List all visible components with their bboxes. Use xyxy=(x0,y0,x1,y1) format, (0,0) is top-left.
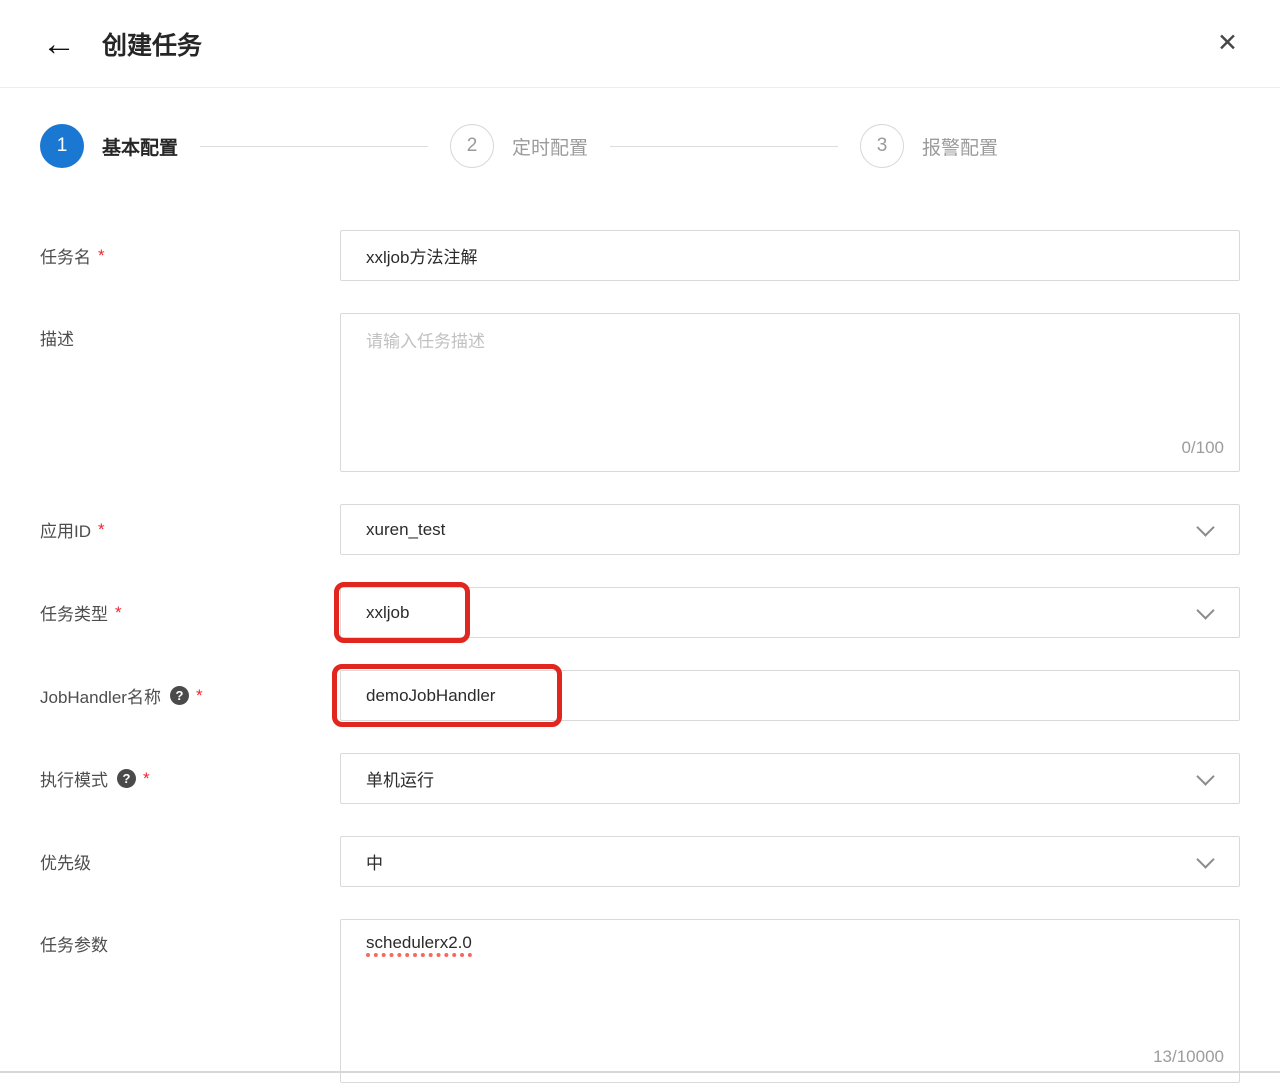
priority-label-col: 优先级 xyxy=(40,849,340,874)
priority-control: 中 xyxy=(340,836,1240,887)
page-title: 创建任务 xyxy=(102,31,203,60)
step-connector xyxy=(200,145,428,147)
task-name-input[interactable] xyxy=(340,230,1240,281)
close-icon[interactable]: ✕ xyxy=(1217,31,1238,56)
task-name-label: 任务名 xyxy=(40,248,91,267)
step-2-circle: 2 xyxy=(450,124,494,168)
app-id-row: 应用ID * xuren_test xyxy=(40,504,1240,555)
description-label-col: 描述 xyxy=(40,313,340,350)
step-timer-config[interactable]: 2 定时配置 xyxy=(450,124,588,168)
exec-mode-control: 单机运行 xyxy=(340,753,1240,804)
required-asterisk: * xyxy=(195,685,203,705)
priority-label: 优先级 xyxy=(40,854,91,873)
description-row: 描述 0/100 xyxy=(40,313,1240,472)
help-question-icon[interactable]: ? xyxy=(117,769,136,788)
job-handler-label-col: JobHandler名称 ? * xyxy=(40,683,340,708)
priority-row: 优先级 中 xyxy=(40,836,1240,887)
description-textarea[interactable] xyxy=(340,313,1240,472)
step-connector xyxy=(610,145,838,147)
exec-mode-row: 执行模式 ? * 单机运行 xyxy=(40,753,1240,804)
back-arrow-icon[interactable]: ← xyxy=(42,27,76,61)
exec-mode-select[interactable]: 单机运行 xyxy=(340,753,1240,804)
help-question-icon[interactable]: ? xyxy=(169,686,189,705)
app-id-label: 应用ID xyxy=(40,522,91,541)
step-3-circle: 3 xyxy=(860,124,904,168)
description-control: 0/100 xyxy=(340,313,1240,472)
task-params-control: schedulerx2.0 13/10000 xyxy=(340,919,1240,1083)
task-type-select[interactable]: xxljob xyxy=(340,587,1240,638)
exec-mode-label-col: 执行模式 ? * xyxy=(40,766,340,791)
step-indicator: 1 基本配置 2 定时配置 3 报警配置 xyxy=(40,118,998,174)
task-params-textarea[interactable]: schedulerx2.0 xyxy=(340,919,1240,1083)
task-name-row: 任务名 * xyxy=(40,230,1240,281)
step-basic-config[interactable]: 1 基本配置 xyxy=(40,124,178,168)
job-handler-control xyxy=(332,664,1240,727)
task-name-control xyxy=(340,230,1240,281)
required-asterisk: * xyxy=(98,245,105,265)
description-label: 描述 xyxy=(40,330,74,349)
exec-mode-label: 执行模式 xyxy=(40,771,108,790)
app-id-select[interactable]: xuren_test xyxy=(340,504,1240,555)
step-1-label: 基本配置 xyxy=(102,137,179,159)
job-handler-row: JobHandler名称 ? * xyxy=(40,664,1240,727)
task-type-row: 任务类型 * xxljob xyxy=(40,582,1240,643)
priority-select[interactable]: 中 xyxy=(340,836,1240,887)
required-asterisk: * xyxy=(143,768,150,788)
step-3-label: 报警配置 xyxy=(922,137,999,159)
job-handler-label: JobHandler名称 xyxy=(40,688,161,707)
task-params-label-col: 任务参数 xyxy=(40,919,340,956)
step-2-label: 定时配置 xyxy=(512,137,589,159)
dialog-header: ← 创建任务 ✕ xyxy=(0,0,1280,88)
panel-bottom-divider xyxy=(0,1071,1280,1073)
task-name-label-col: 任务名 * xyxy=(40,243,340,268)
step-alarm-config[interactable]: 3 报警配置 xyxy=(860,124,998,168)
task-type-label: 任务类型 xyxy=(40,605,108,624)
task-type-control: xxljob xyxy=(334,582,1240,643)
app-id-label-col: 应用ID * xyxy=(40,517,340,542)
create-task-form: 任务名 * 描述 0/100 应用ID * xuren_test 任务类型 * xyxy=(40,230,1240,1083)
step-1-circle: 1 xyxy=(40,124,84,168)
required-asterisk: * xyxy=(98,519,105,539)
task-type-label-col: 任务类型 * xyxy=(40,600,340,625)
job-handler-input[interactable] xyxy=(340,670,1240,721)
app-id-control: xuren_test xyxy=(340,504,1240,555)
task-params-label: 任务参数 xyxy=(40,936,108,955)
required-asterisk: * xyxy=(115,602,122,622)
task-params-row: 任务参数 schedulerx2.0 13/10000 xyxy=(40,919,1240,1083)
misspelled-text: schedulerx2.0 xyxy=(366,933,472,957)
